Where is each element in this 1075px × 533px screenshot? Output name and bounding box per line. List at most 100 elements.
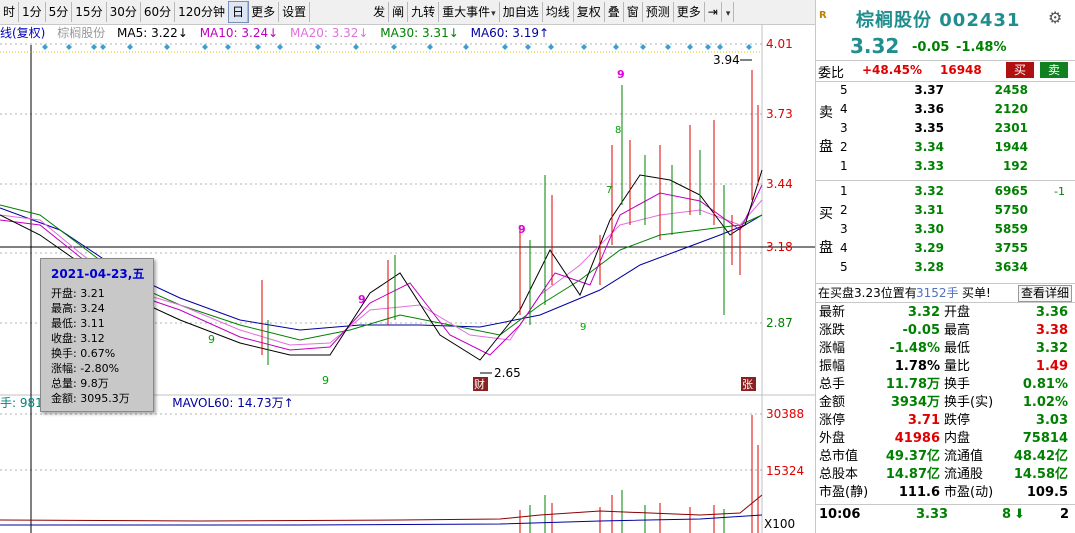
count-mark: 9 xyxy=(617,68,625,81)
period-tab-15min[interactable]: 15分 xyxy=(72,2,107,22)
count-mark: 9 xyxy=(322,374,329,387)
bid-price: 3.28 xyxy=(914,260,944,274)
bid-book: 买 盘 1 3.32 6965 -1 2 3.31 5750 3 3.30 5859 4 3.2… xyxy=(816,181,1075,284)
tooltip-row: 最低: 3.11 xyxy=(51,317,105,330)
period-tab-120min[interactable]: 120分钟 xyxy=(175,2,230,22)
gear-icon[interactable]: ⚙ xyxy=(1048,8,1062,27)
period-tab-day[interactable]: 日 xyxy=(228,1,250,23)
low-price-label: 2.65 xyxy=(494,366,521,380)
adjust-button[interactable]: 复权 xyxy=(574,2,605,22)
weibi-volume: 16948 xyxy=(940,63,982,77)
bid-row-1[interactable]: 1 3.32 6965 -1 xyxy=(816,183,1075,200)
ask-price: 3.36 xyxy=(914,102,944,116)
ask-row-2[interactable]: 2 3.34 1944 xyxy=(816,139,1075,156)
ask-volume: 1944 xyxy=(994,140,1028,154)
stat-row: 最新 3.32 开盘 3.36 xyxy=(819,305,1068,320)
volume-bars xyxy=(519,415,759,533)
bid-volume: 3634 xyxy=(994,260,1028,274)
tool-nine-turn-button[interactable]: 九转 xyxy=(408,2,440,22)
toolbar-menu-dropdown[interactable] xyxy=(722,2,735,22)
tick-extra: 2 xyxy=(1060,507,1070,522)
collapse-panel-icon[interactable]: ⇥ xyxy=(705,2,722,22)
stat-row: 涨停 3.71 跌停 3.03 xyxy=(819,413,1068,428)
bid-volume: 3755 xyxy=(994,241,1028,255)
volume-axis-label: 15324 xyxy=(766,464,804,478)
tick-price: 3.33 xyxy=(916,507,949,522)
ask-price: 3.34 xyxy=(914,140,944,154)
bid-price: 3.32 xyxy=(914,184,944,198)
ask-level: 5 xyxy=(840,83,848,97)
tick-row[interactable]: 10:06 3.33 8 ⬇ 2 xyxy=(816,504,1075,525)
stat-row: 总市值 49.37亿 流通值 48.42亿 xyxy=(819,449,1068,464)
volume-ma-line xyxy=(0,494,763,522)
ask-volume: 2120 xyxy=(994,102,1028,116)
ask-level: 2 xyxy=(840,140,848,154)
tooltip-row: 开盘: 3.21 xyxy=(51,287,105,300)
period-tab-5min[interactable]: 5分 xyxy=(46,2,73,22)
ask-price: 3.35 xyxy=(914,121,944,135)
stat-row: 总股本 14.87亿 流通股 14.58亿 xyxy=(819,467,1068,482)
count-mark: 9 xyxy=(518,223,526,236)
ask-price: 3.37 xyxy=(914,83,944,97)
ask-row-5[interactable]: 5 3.37 2458 xyxy=(816,82,1075,99)
period-tab-time[interactable]: 时 xyxy=(0,2,20,22)
stat-row: 涨跌 -0.05 最高 3.38 xyxy=(819,323,1068,338)
window-button[interactable]: 窗 xyxy=(624,2,643,22)
bid-row-4[interactable]: 4 3.29 3755 xyxy=(816,240,1075,257)
major-events-dropdown[interactable]: 重大事件 xyxy=(439,2,500,22)
bid-volume: 5750 xyxy=(994,203,1028,217)
ask-row-1[interactable]: 1 3.33 192 xyxy=(816,158,1075,175)
tool-chan-button[interactable]: 阐 xyxy=(389,2,409,22)
ask-row-4[interactable]: 4 3.36 2120 xyxy=(816,101,1075,118)
ask-volume: 2301 xyxy=(994,121,1028,135)
chart-toolbar: 时 1分 5分 15分 30分 60分 120分钟 日 更多 设置 发 阐 九转… xyxy=(0,0,815,25)
ask-level: 3 xyxy=(840,121,848,135)
tooltip-row: 金额: 3095.3万 xyxy=(51,392,130,405)
event-badge-finance[interactable]: 财 xyxy=(474,377,485,391)
buy-button[interactable]: 买 xyxy=(1006,62,1034,78)
bid-level: 1 xyxy=(840,184,848,198)
weibi-row: 委比 +48.45% 16948 买 卖 xyxy=(816,60,1075,82)
settings-button[interactable]: 设置 xyxy=(279,2,311,22)
notice-tail: 买单! xyxy=(962,286,991,300)
tool-fa-button[interactable]: 发 xyxy=(370,2,390,22)
count-mark: 9 xyxy=(580,322,586,333)
event-badge-limit[interactable]: 张 xyxy=(742,378,753,391)
ma-line-button[interactable]: 均线 xyxy=(543,2,574,22)
view-detail-button[interactable]: 查看详细 xyxy=(1018,285,1073,302)
sell-button[interactable]: 卖 xyxy=(1040,62,1068,78)
tooltip-row: 总量: 9.8万 xyxy=(51,377,109,390)
weibi-label: 委比 xyxy=(818,66,845,81)
period-tab-1min[interactable]: 1分 xyxy=(19,2,46,22)
tooltip-row: 涨幅: -2.80% xyxy=(51,362,120,375)
count-mark: 7 xyxy=(606,185,612,196)
tooltip-row: 换手: 0.67% xyxy=(51,347,116,360)
bid-row-5[interactable]: 5 3.28 3634 xyxy=(816,259,1075,276)
more-tools-button[interactable]: 更多 xyxy=(674,2,705,22)
add-watchlist-button[interactable]: 加自选 xyxy=(500,2,543,22)
bid-row-2[interactable]: 2 3.31 5750 xyxy=(816,202,1075,219)
high-price-label: 3.94 xyxy=(713,53,740,67)
forecast-button[interactable]: 预测 xyxy=(643,2,674,22)
event-diamond-markers xyxy=(42,44,752,50)
period-tab-60min[interactable]: 60分 xyxy=(141,2,176,22)
bid-row-3[interactable]: 3 3.30 5859 xyxy=(816,221,1075,238)
bid-level: 4 xyxy=(840,241,848,255)
stat-row: 振幅 1.78% 量比 1.49 xyxy=(819,359,1068,374)
period-tab-more[interactable]: 更多 xyxy=(248,2,280,22)
price-axis-label: 3.44 xyxy=(766,177,793,191)
stock-name: 棕榈股份 002431 xyxy=(856,10,1021,31)
notice-row: 在买盘3.23位置有 3152手 买单! 查看详细 xyxy=(816,284,1075,303)
volume-axis-unit: X100 xyxy=(764,517,795,531)
bid-level: 2 xyxy=(840,203,848,217)
price-change: -0.05 xyxy=(912,40,950,55)
ask-level: 4 xyxy=(840,102,848,116)
notice-text: 在买盘3.23位置有 xyxy=(818,286,917,300)
tick-time: 10:06 xyxy=(819,507,861,522)
period-tab-30min[interactable]: 30分 xyxy=(107,2,141,22)
price-axis-label-current: 3.18 xyxy=(766,240,793,254)
overlay-button[interactable]: 叠 xyxy=(605,2,624,22)
ask-volume: 192 xyxy=(1002,159,1028,173)
tooltip-row: 收盘: 3.12 xyxy=(51,332,105,345)
ask-row-3[interactable]: 3 3.35 2301 xyxy=(816,120,1075,137)
